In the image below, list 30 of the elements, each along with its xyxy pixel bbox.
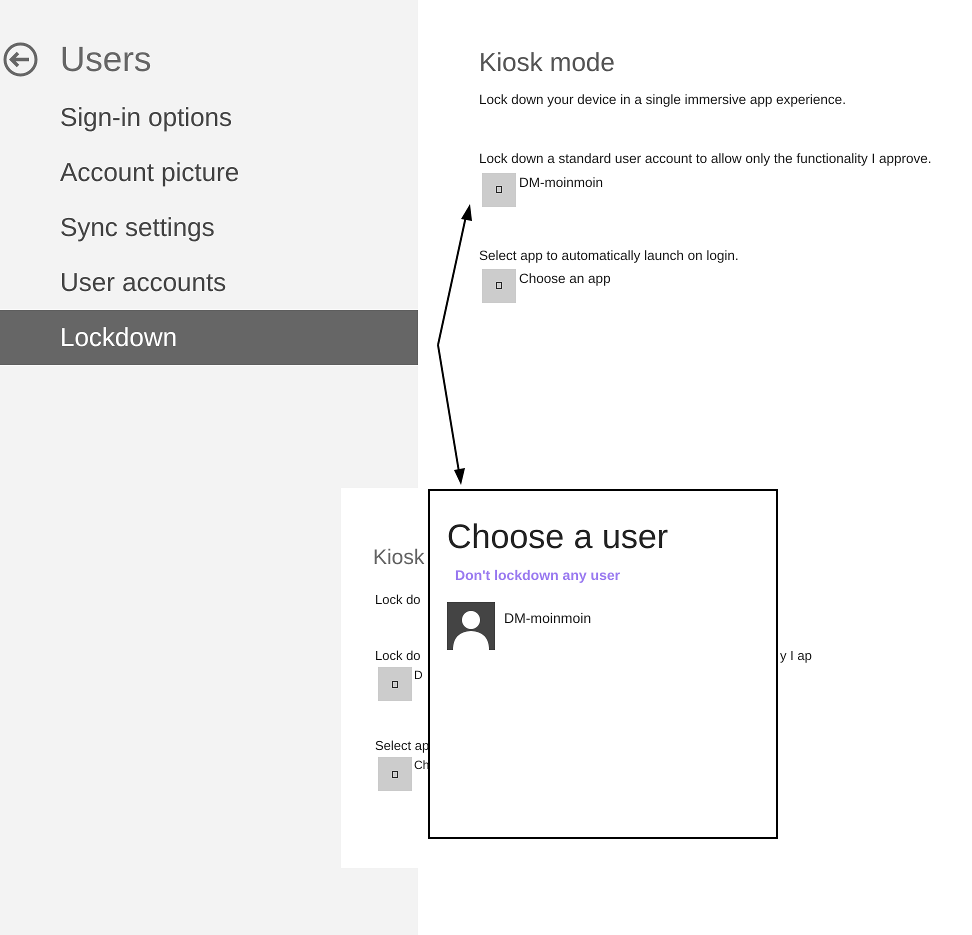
setting-label: Lock do	[375, 647, 421, 665]
nav-item[interactable]: Sync settings	[0, 200, 418, 255]
setting-value: Choose an app	[519, 270, 611, 288]
nav-item[interactable]: Lockdown	[0, 310, 418, 365]
setting-value: D	[414, 667, 423, 684]
small-square-icon	[392, 680, 398, 688]
picker-tile[interactable]	[482, 268, 516, 303]
section-title: Kiosk	[373, 545, 424, 571]
picker-tile[interactable]	[378, 667, 412, 701]
setting-label: Select ap	[375, 737, 430, 755]
nav-item[interactable]: Sign-in options	[0, 90, 418, 145]
nav-item[interactable]: User accounts	[0, 255, 418, 310]
nav-item[interactable]: Account picture	[0, 145, 418, 200]
description-text: Lock down your device in a single immersive app experience.	[479, 91, 847, 109]
dialog-title: Choose a user	[447, 517, 670, 558]
setting-label: Lock down a standard user account to allow only the functionality I approve.	[479, 150, 932, 168]
setting-value: DM-moinmoin	[519, 174, 604, 192]
section-title: Kiosk mode	[479, 46, 616, 78]
setting-label: Select app to automatically launch on login.	[479, 246, 740, 265]
small-square-icon	[496, 282, 502, 290]
user-avatar-icon	[447, 602, 495, 650]
setting-label: y I ap	[780, 647, 812, 665]
back-icon[interactable]	[3, 42, 38, 76]
user-list-item[interactable]: DM-moinmoin	[447, 602, 776, 650]
description-text: Lock do	[375, 591, 421, 609]
picker-tile[interactable]	[378, 757, 412, 791]
page-title: Users	[60, 42, 152, 76]
picker-tile[interactable]	[482, 172, 516, 206]
small-square-icon	[392, 770, 398, 778]
small-square-icon	[496, 186, 502, 193]
